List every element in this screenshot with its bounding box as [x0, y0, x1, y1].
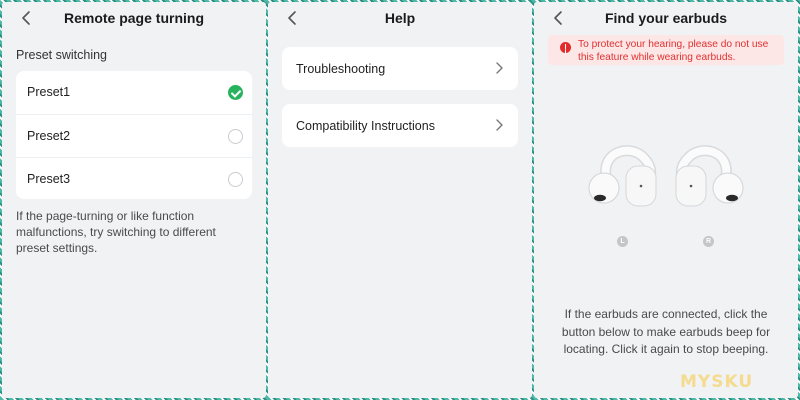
check-circle-icon[interactable]	[228, 85, 243, 100]
section-label: Preset switching	[16, 48, 108, 62]
right-marker-badge: R	[703, 236, 714, 247]
radio-empty-icon[interactable]	[228, 172, 243, 187]
preset-label: Preset1	[27, 85, 71, 99]
item-label: Compatibility Instructions	[296, 118, 435, 133]
chevron-right-icon	[496, 119, 503, 131]
header: Remote page turning	[2, 2, 266, 34]
help-screen: Help Troubleshooting Compatibility Instr…	[268, 2, 532, 398]
header: Find your earbuds	[534, 2, 798, 34]
left-earbud-image[interactable]	[586, 142, 668, 220]
item-label: Troubleshooting	[296, 61, 386, 76]
preset-label: Preset2	[27, 128, 71, 143]
chevron-right-icon	[496, 62, 503, 74]
warning-text: To protect your hearing, please do not u…	[578, 39, 769, 63]
page-title: Remote page turning	[63, 10, 204, 26]
find-earbuds-screen: Find your earbuds To protect your hearin…	[534, 2, 798, 398]
page-title: Find your earbuds	[604, 10, 728, 26]
preset-list: Preset1 Preset2 Preset3	[16, 71, 252, 199]
exclamation-circle-icon	[560, 42, 571, 53]
preset-option-1[interactable]: Preset1	[16, 71, 252, 113]
warning-banner: To protect your hearing, please do not u…	[548, 35, 784, 65]
radio-empty-icon[interactable]	[228, 129, 243, 144]
left-marker-badge: L	[617, 236, 628, 247]
troubleshooting-item[interactable]: Troubleshooting	[282, 47, 518, 90]
compatibility-instructions-item[interactable]: Compatibility Instructions	[282, 104, 518, 147]
preset-label: Preset3	[27, 171, 71, 186]
right-earbud-image[interactable]	[664, 142, 746, 220]
page-title: Help	[384, 10, 416, 26]
remote-page-turning-screen: Remote page turning Preset switching Pre…	[2, 2, 266, 398]
preset-hint: If the page-turning or like function mal…	[16, 209, 216, 255]
preset-option-2[interactable]: Preset2	[16, 114, 252, 156]
locate-description: If the earbuds are connected, click the …	[561, 307, 771, 356]
preset-option-3[interactable]: Preset3	[16, 157, 252, 199]
header: Help	[268, 2, 532, 34]
watermark-text: MYSKU	[680, 372, 754, 392]
